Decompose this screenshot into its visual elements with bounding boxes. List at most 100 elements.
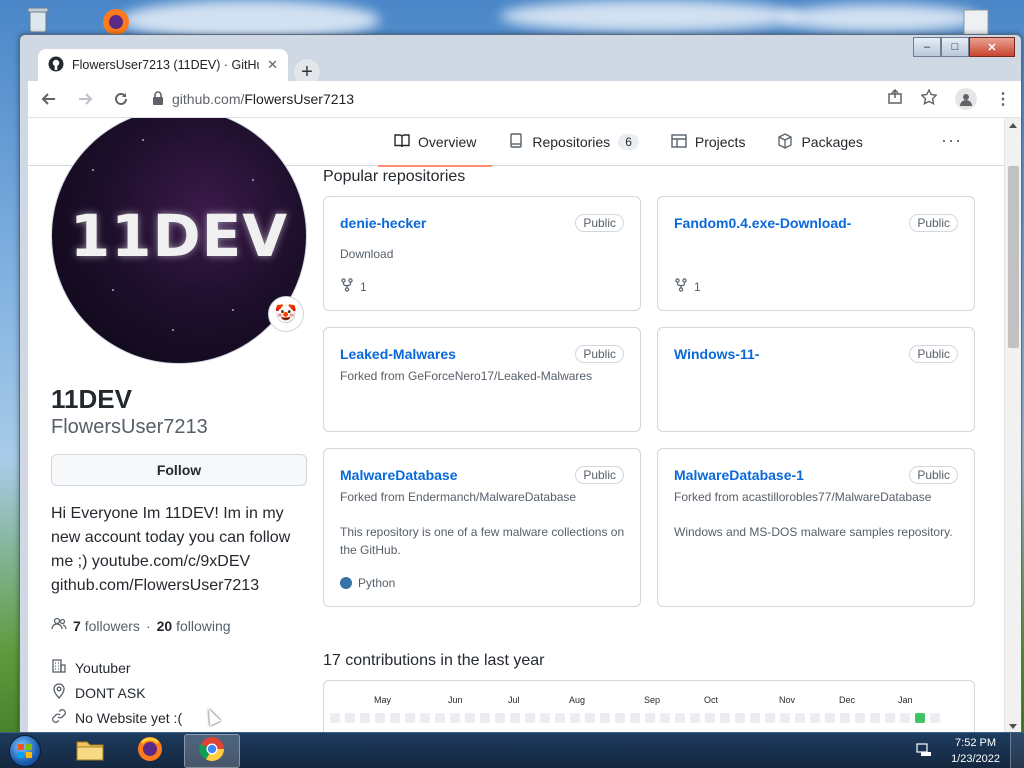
repo-name-link[interactable]: denie-hecker <box>340 215 426 231</box>
language-color-dot <box>340 577 352 589</box>
contribution-cell[interactable] <box>645 713 655 723</box>
system-clock[interactable]: 7:52 PM 1/23/2022 <box>951 735 1000 767</box>
contribution-cell[interactable] <box>735 713 745 723</box>
tab-overview[interactable]: Overview <box>378 118 493 167</box>
forked-from-text[interactable]: Forked from Endermanch/MalwareDatabase <box>340 490 576 504</box>
contribution-cell[interactable] <box>405 713 415 723</box>
contribution-cell[interactable] <box>885 713 895 723</box>
repo-card: denie-hecker Public Download 1 <box>323 196 641 311</box>
back-icon[interactable] <box>38 88 60 110</box>
tab-repositories[interactable]: Repositories 6 <box>492 118 655 166</box>
taskbar-explorer[interactable] <box>62 734 118 768</box>
contribution-cell[interactable] <box>870 713 880 723</box>
contribution-cell[interactable] <box>435 713 445 723</box>
tab-packages[interactable]: Packages <box>761 118 878 166</box>
visibility-badge: Public <box>575 214 624 232</box>
contribution-cell[interactable] <box>600 713 610 723</box>
contribution-cell[interactable] <box>465 713 475 723</box>
network-icon[interactable] <box>916 743 932 760</box>
month-label: Dec <box>839 695 856 705</box>
menu-kebab-icon[interactable]: ⋮ <box>995 89 1011 109</box>
fork-count-link[interactable]: 1 <box>340 278 367 295</box>
contribution-cell[interactable] <box>360 713 370 723</box>
contribution-cell[interactable] <box>375 713 385 723</box>
lock-icon[interactable] <box>152 90 164 108</box>
repo-name-link[interactable]: Windows-11- <box>674 346 759 362</box>
browser-tab[interactable]: FlowersUser7213 (11DEV) · GitHub ✕ <box>38 49 288 81</box>
share-icon[interactable] <box>887 88 903 110</box>
contribution-cell[interactable] <box>480 713 490 723</box>
contribution-cell[interactable] <box>810 713 820 723</box>
contribution-cell[interactable] <box>690 713 700 723</box>
fork-count: 1 <box>360 279 367 294</box>
firefox-icon[interactable] <box>96 4 136 36</box>
profile-bio: Hi Everyone Im 11DEV! Im in my new accou… <box>51 505 291 594</box>
reload-icon[interactable] <box>110 88 132 110</box>
avatar-text: 11DEV <box>69 202 289 270</box>
contribution-cell[interactable] <box>765 713 775 723</box>
forked-from-text[interactable]: Forked from acastillorobles77/MalwareDat… <box>674 490 931 504</box>
contribution-cell[interactable] <box>390 713 400 723</box>
vcard-website[interactable]: No Website yet :( <box>51 708 182 727</box>
contribution-cell[interactable] <box>750 713 760 723</box>
profile-icon[interactable] <box>955 88 977 110</box>
vcard-location: DONT ASK <box>51 683 146 702</box>
profile-avatar[interactable]: 11DEV <box>51 118 307 364</box>
contribution-cell[interactable] <box>930 713 940 723</box>
following-link[interactable]: 20 following <box>157 618 231 634</box>
bookmark-star-icon[interactable] <box>920 87 938 110</box>
following-count: 20 <box>156 617 173 634</box>
contribution-cell[interactable] <box>585 713 595 723</box>
repo-name-link[interactable]: MalwareDatabase <box>340 467 458 483</box>
scroll-down-icon[interactable] <box>1009 724 1017 729</box>
contribution-cell[interactable] <box>525 713 535 723</box>
tab-title: FlowersUser7213 (11DEV) · GitHub <box>72 58 260 72</box>
contribution-cell[interactable] <box>675 713 685 723</box>
contribution-cell[interactable] <box>705 713 715 723</box>
show-desktop-button[interactable] <box>1010 733 1024 768</box>
profile-tabs: Overview Repositories 6 Projects Package… <box>378 118 879 167</box>
taskbar-chrome[interactable] <box>184 734 240 768</box>
contribution-cell[interactable] <box>510 713 520 723</box>
contribution-cell[interactable] <box>540 713 550 723</box>
contribution-cell[interactable] <box>555 713 565 723</box>
tab-projects[interactable]: Projects <box>655 118 762 166</box>
contribution-cell[interactable] <box>495 713 505 723</box>
close-tab-icon[interactable]: ✕ <box>267 57 278 73</box>
contribution-cell[interactable] <box>450 713 460 723</box>
contribution-cell[interactable] <box>720 713 730 723</box>
follow-button[interactable]: Follow <box>51 454 307 486</box>
contribution-cell[interactable] <box>345 713 355 723</box>
contribution-cell[interactable] <box>900 713 910 723</box>
page-scrollbar[interactable] <box>1004 118 1021 733</box>
contribution-cell[interactable] <box>780 713 790 723</box>
repo-name-link[interactable]: MalwareDatabase-1 <box>674 467 804 483</box>
contribution-cell[interactable] <box>795 713 805 723</box>
fork-count-link[interactable]: 1 <box>674 278 701 295</box>
contribution-cell[interactable] <box>825 713 835 723</box>
contribution-cell[interactable] <box>570 713 580 723</box>
scrollbar-thumb[interactable] <box>1008 166 1019 348</box>
address-bar[interactable]: github.com/FlowersUser7213 <box>146 84 873 114</box>
start-button[interactable] <box>4 733 46 768</box>
repo-name-link[interactable]: Fandom0.4.exe-Download- <box>674 215 851 231</box>
scroll-up-icon[interactable] <box>1009 123 1017 128</box>
contribution-cell[interactable] <box>915 713 925 723</box>
status-emoji-icon[interactable]: 🤡 <box>268 296 304 332</box>
more-options-icon[interactable]: ··· <box>941 130 962 151</box>
contribution-cell[interactable] <box>840 713 850 723</box>
repo-name-link[interactable]: Leaked-Malwares <box>340 346 456 362</box>
recycle-bin-icon[interactable] <box>18 4 58 36</box>
taskbar-firefox[interactable] <box>122 734 178 768</box>
contribution-cell[interactable] <box>420 713 430 723</box>
contribution-cell[interactable] <box>855 713 865 723</box>
contribution-cell[interactable] <box>660 713 670 723</box>
contribution-cell[interactable] <box>630 713 640 723</box>
contribution-cell[interactable] <box>615 713 625 723</box>
forward-icon[interactable] <box>74 88 96 110</box>
forked-from-text[interactable]: Forked from GeForceNero17/Leaked-Malware… <box>340 369 592 383</box>
contribution-cell[interactable] <box>330 713 340 723</box>
company-text: Youtuber <box>75 659 131 676</box>
fork-count: 1 <box>694 279 701 294</box>
followers-link[interactable]: 7 followers <box>73 618 140 634</box>
